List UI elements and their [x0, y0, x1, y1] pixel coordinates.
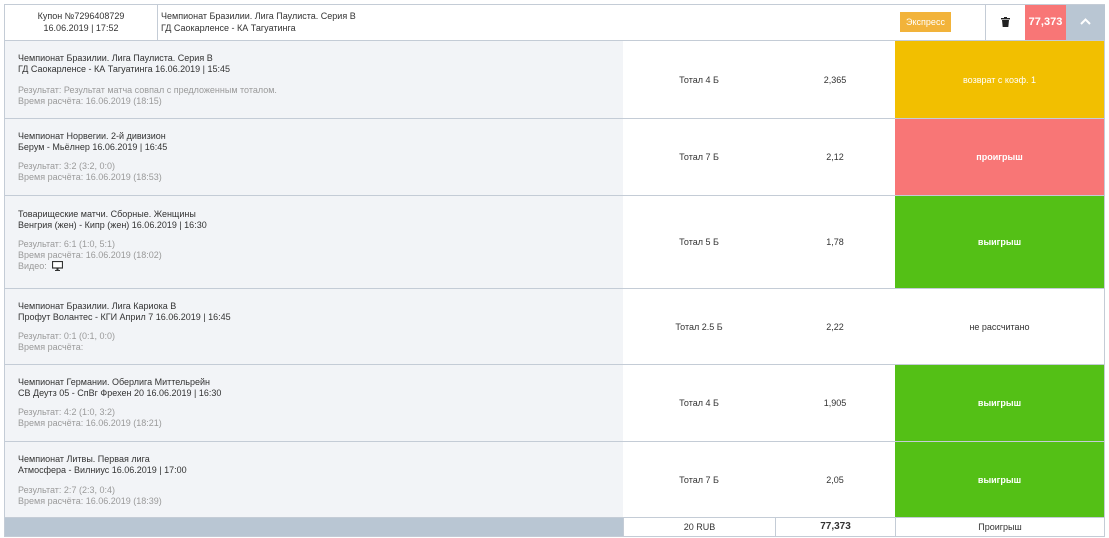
bet-result: Результат: 3:2 (3:2, 0:0) — [18, 161, 115, 171]
bet-league: Чемпионат Бразилии. Лига Кариока В — [18, 301, 177, 311]
bet-row: Товарищеские матчи. Сборные. Женщины Вен… — [5, 196, 1104, 289]
footer-stake: 20 RUB — [623, 518, 775, 536]
bet-league: Товарищеские матчи. Сборные. Женщины — [18, 209, 196, 219]
header-league: Чемпионат Бразилии. Лига Паулиста. Серия… — [161, 11, 356, 21]
bet-status: не рассчитано — [895, 289, 1104, 364]
bet-result: Результат: 4:2 (1:0, 3:2) — [18, 407, 115, 417]
coupon-id-block: Купон №7296408729 16.06.2019 | 17:52 — [5, 5, 158, 40]
bet-league: Чемпионат Литвы. Первая лига — [18, 454, 150, 464]
collapse-button[interactable] — [1066, 5, 1105, 40]
bet-info: Чемпионат Норвегии. 2-й дивизион Берум -… — [5, 119, 624, 195]
bet-calc-time: Время расчёта: 16.06.2019 (18:53) — [18, 172, 162, 182]
coupon-footer: 20 RUB 77,373 Проигрыш — [5, 518, 1104, 536]
bet-odds: 2,22 — [775, 289, 896, 364]
bet-info: Чемпионат Бразилии. Лига Паулиста. Серия… — [5, 41, 624, 118]
bet-row: Чемпионат Литвы. Первая лига Атмосфера -… — [5, 442, 1104, 518]
bet-odds: 1,905 — [775, 365, 896, 441]
header-teams: ГД Саокарленсе - КА Тагуатинга — [161, 23, 296, 33]
footer-result: Проигрыш — [895, 518, 1104, 536]
bet-status: выигрыш — [895, 442, 1104, 517]
bet-odds: 2,365 — [775, 41, 896, 118]
bet-row: Чемпионат Бразилии. Лига Паулиста. Серия… — [5, 41, 1104, 119]
bet-league: Чемпионат Германии. Оберлига Миттельрейн — [18, 377, 210, 387]
chevron-up-icon — [1080, 18, 1091, 25]
bet-status: выигрыш — [895, 196, 1104, 288]
bet-result: Результат: 6:1 (1:0, 5:1) — [18, 239, 115, 249]
bet-result: Результат: Результат матча совпал с пред… — [18, 85, 277, 95]
coupon-header: Купон №7296408729 16.06.2019 | 17:52 Чем… — [5, 5, 1105, 41]
bet-league: Чемпионат Бразилии. Лига Паулиста. Серия… — [18, 53, 213, 63]
bet-info: Чемпионат Германии. Оберлига Миттельрейн… — [5, 365, 624, 441]
bet-outcome: Тотал 7 Б — [623, 442, 776, 517]
bet-calc-time: Время расчёта: 16.06.2019 (18:21) — [18, 418, 162, 428]
bet-row: Чемпионат Норвегии. 2-й дивизион Берум -… — [5, 119, 1104, 196]
bet-calc-time: Время расчёта: 16.06.2019 (18:15) — [18, 96, 162, 106]
bet-league: Чемпионат Норвегии. 2-й дивизион — [18, 131, 166, 141]
bet-info: Чемпионат Литвы. Первая лига Атмосфера -… — [5, 442, 624, 517]
bet-status: выигрыш — [895, 365, 1104, 441]
bet-row: Чемпионат Бразилии. Лига Кариока В Профу… — [5, 289, 1104, 365]
header-total-odds: 77,373 — [1025, 5, 1066, 40]
bet-match: Берум - Мьёлнер 16.06.2019 | 16:45 — [18, 142, 168, 152]
footer-bar — [5, 518, 623, 536]
bet-row: Чемпионат Германии. Оберлига Миттельрейн… — [5, 365, 1104, 442]
coupon-card: Купон №7296408729 16.06.2019 | 17:52 Чем… — [4, 4, 1105, 537]
bet-info: Товарищеские матчи. Сборные. Женщины Вен… — [5, 196, 624, 288]
trash-icon — [1001, 17, 1010, 27]
delete-button[interactable] — [985, 5, 1026, 40]
bet-video: Видео: — [18, 261, 162, 272]
bet-odds: 1,78 — [775, 196, 896, 288]
bet-status: возврат с коэф. 1 — [895, 41, 1104, 118]
bet-calc-time: Время расчёта: — [18, 342, 84, 352]
bet-outcome: Тотал 7 Б — [623, 119, 776, 195]
bet-outcome: Тотал 5 Б — [623, 196, 776, 288]
bet-outcome: Тотал 2.5 Б — [623, 289, 776, 364]
bet-result: Результат: 0:1 (0:1, 0:0) — [18, 331, 115, 341]
bet-match: Венгрия (жен) - Кипр (жен) 16.06.2019 | … — [18, 220, 207, 230]
bet-calc-time: Время расчёта: 16.06.2019 (18:39) — [18, 496, 162, 506]
coupon-title: Купон №7296408729 — [37, 11, 125, 21]
bet-calc-time: Время расчёта: 16.06.2019 (18:02) — [18, 250, 162, 260]
bet-info: Чемпионат Бразилии. Лига Кариока В Профу… — [5, 289, 624, 364]
footer-total-odds: 77,373 — [775, 518, 895, 536]
bet-outcome: Тотал 4 Б — [623, 41, 776, 118]
coupon-date: 16.06.2019 | 17:52 — [43, 23, 119, 33]
video-label: Видео: — [18, 261, 47, 271]
express-badge: Экспресс — [900, 12, 951, 32]
monitor-icon[interactable] — [52, 261, 64, 271]
bet-match: СВ Деутз 05 - СпВг Фрехен 20 16.06.2019 … — [18, 388, 222, 398]
header-match-info: Чемпионат Бразилии. Лига Паулиста. Серия… — [161, 10, 761, 34]
bet-match: Профут Волантес - КГИ Април 7 16.06.2019… — [18, 312, 231, 322]
bet-match: Атмосфера - Вилниус 16.06.2019 | 17:00 — [18, 465, 187, 475]
bet-match: ГД Саокарленсе - КА Тагуатинга 16.06.201… — [18, 64, 230, 74]
bet-result: Результат: 2:7 (2:3, 0:4) — [18, 485, 115, 495]
bet-outcome: Тотал 4 Б — [623, 365, 776, 441]
bet-odds: 2,05 — [775, 442, 896, 517]
bet-odds: 2,12 — [775, 119, 896, 195]
bet-status: проигрыш — [895, 119, 1104, 195]
